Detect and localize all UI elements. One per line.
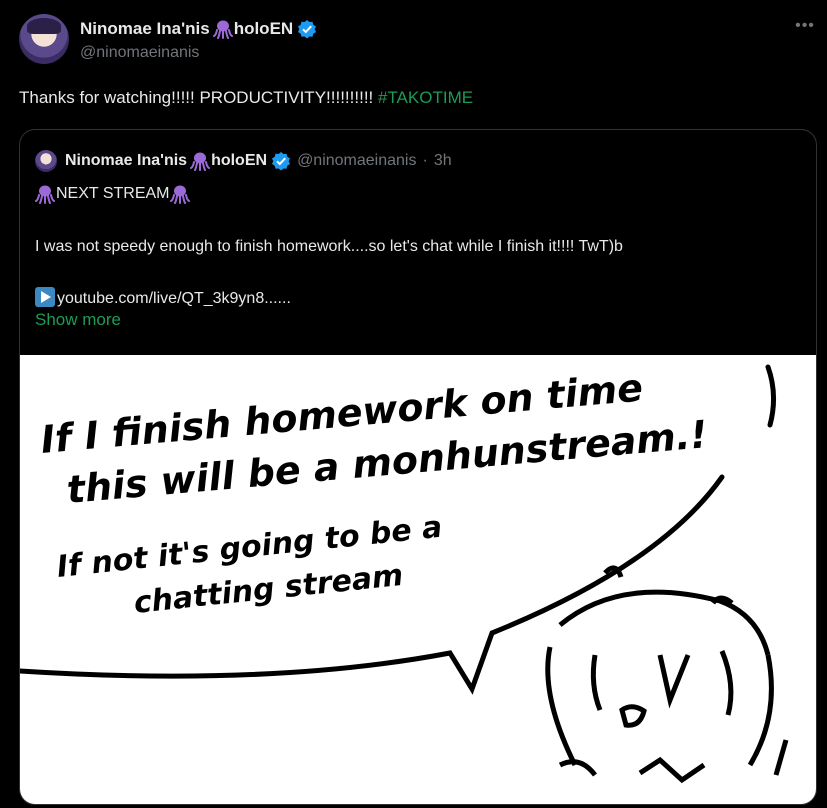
quote-separator: · [422,152,428,169]
quote-author-avatar [35,150,57,172]
author-display-name[interactable]: Ninomae Ina'nis [80,19,210,39]
quote-header: Ninomae Ina'nis holoEN @ninomaeinanis · … [35,150,452,172]
more-options-icon[interactable]: ••• [792,16,818,36]
tweet-text: Thanks for watching!!!!! PRODUCTIVITY!!!… [19,88,473,108]
quote-title-text: NEXT STREAM [56,185,170,203]
quoted-tweet[interactable]: Ninomae Ina'nis holoEN @ninomaeinanis · … [19,129,817,805]
author-suffix[interactable]: holoEN [234,19,294,39]
octopus-icon [212,20,233,39]
quote-title: NEXT STREAM [35,184,190,204]
quote-suffix: holoEN [211,152,268,169]
octopus-icon [169,185,190,204]
quote-image[interactable]: If I finish homework on time this will b… [20,355,816,804]
quote-time: 3h [433,152,452,169]
quote-link-row: youtube.com/live/QT_3k9yn8...... [35,287,291,308]
hashtag-link[interactable]: #TAKOTIME [378,88,473,107]
verified-badge-icon [272,152,291,171]
octopus-icon [190,152,211,171]
author-handle[interactable]: @ninomaeinanis [80,44,199,62]
tweet-body: Thanks for watching!!!!! PRODUCTIVITY!!!… [19,88,378,107]
quote-handle: @ninomaeinanis [297,152,417,169]
author-name-row[interactable]: Ninomae Ina'nis holoEN [80,17,317,41]
author-avatar[interactable] [19,14,69,64]
drawing-image: If I finish homework on time this will b… [20,364,789,784]
quote-link[interactable]: youtube.com/live/QT_3k9yn8...... [57,290,291,307]
show-more-link[interactable]: Show more [35,310,121,330]
quote-display-name: Ninomae Ina'nis [65,152,188,169]
verified-badge-icon [298,20,317,39]
quote-body: I was not speedy enough to finish homewo… [35,238,623,255]
octopus-icon [35,185,55,204]
play-button-icon [35,287,55,307]
tweet-card: Ninomae Ina'nis holoEN @ninomaeinanis ••… [0,0,827,808]
